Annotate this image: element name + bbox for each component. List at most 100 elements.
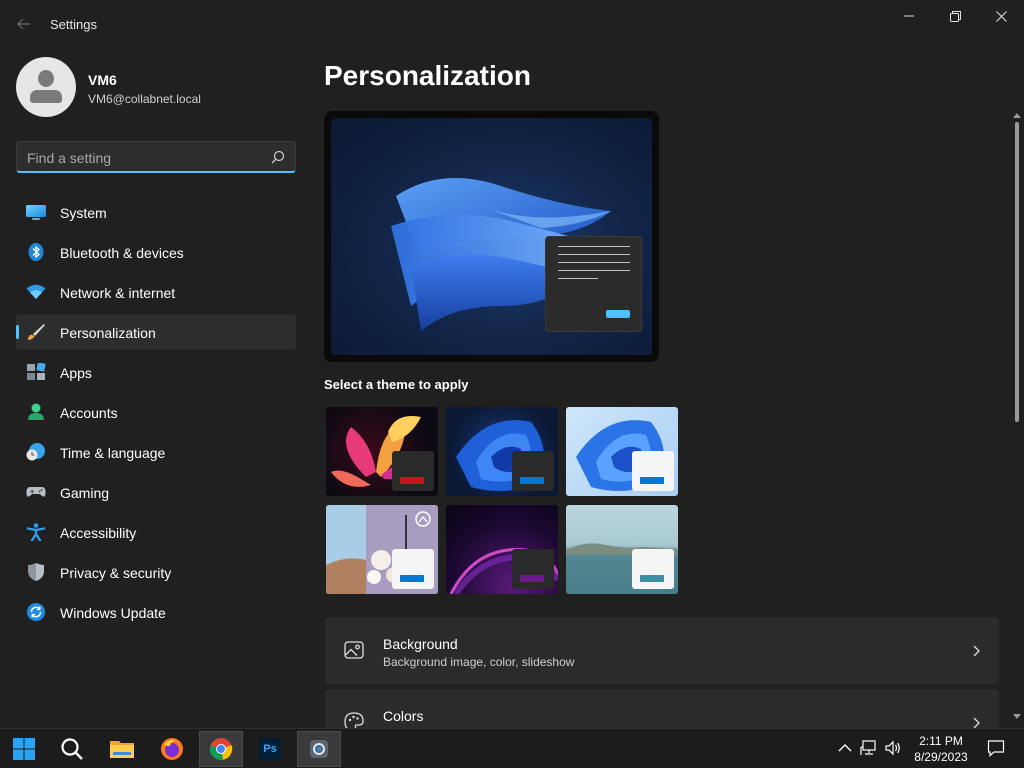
clock-date: 8/29/2023 (914, 750, 968, 764)
theme-mini-window (392, 549, 434, 589)
bluetooth-icon (28, 243, 44, 261)
page-title: Personalization (324, 60, 531, 91)
chrome-icon (209, 738, 233, 760)
avatar[interactable] (16, 57, 76, 117)
restore-button[interactable] (932, 0, 978, 32)
preview-text-line (558, 254, 630, 255)
sidebar-item-label: Gaming (60, 485, 110, 501)
sidebar-item-apps[interactable]: Apps (16, 354, 296, 390)
user-name: VM6 (88, 72, 117, 88)
close-button[interactable] (978, 0, 1024, 32)
network-icon[interactable] (860, 739, 878, 757)
back-button[interactable] (10, 12, 38, 36)
windows-start-icon (13, 738, 35, 760)
search-icon[interactable] (271, 150, 285, 164)
person-icon (28, 403, 44, 420)
taskbar-chrome[interactable] (199, 731, 243, 767)
theme-captured-motion[interactable] (326, 505, 438, 594)
taskbar-clock[interactable]: 2:11 PM 8/29/2023 (906, 733, 976, 765)
preview-desktop (331, 118, 652, 355)
taskbar-file-explorer[interactable] (100, 731, 144, 767)
theme-accent-swatch (640, 477, 664, 484)
taskbar-settings[interactable] (297, 731, 341, 767)
sidebar-item-personalization[interactable]: Personalization (16, 314, 296, 350)
sidebar-item-label: Accessibility (60, 525, 137, 541)
sidebar-item-label: Apps (60, 365, 92, 381)
background-setting-card[interactable]: Background Background image, color, slid… (325, 617, 999, 684)
sidebar-item-windows-update[interactable]: Windows Update (16, 594, 296, 630)
background-card-subtitle: Background image, color, slideshow (383, 655, 575, 669)
volume-icon[interactable] (884, 739, 902, 757)
gamepad-icon (26, 487, 46, 497)
sidebar-item-network[interactable]: Network & internet (16, 274, 296, 310)
firefox-icon (161, 738, 183, 760)
search-box[interactable] (16, 141, 296, 173)
themes-heading: Select a theme to apply (324, 377, 469, 392)
photoshop-icon: Ps (259, 738, 281, 760)
theme-accent-swatch (520, 477, 544, 484)
theme-light-bloom[interactable] (566, 407, 678, 496)
sidebar-item-label: System (60, 205, 107, 221)
minimize-icon (904, 15, 914, 17)
clock-time: 2:11 PM (919, 734, 963, 748)
sidebar-item-system[interactable]: System (16, 194, 296, 230)
theme-mini-window (632, 451, 674, 491)
back-arrow-icon (17, 18, 30, 30)
taskbar-photoshop[interactable]: Ps (248, 731, 292, 767)
preview-text-line (558, 246, 630, 247)
sidebar-item-time-language[interactable]: Time & language (16, 434, 296, 470)
sidebar-item-gaming[interactable]: Gaming (16, 474, 296, 510)
theme-mini-window (392, 451, 434, 491)
avatar-head (38, 70, 54, 87)
sidebar-item-label: Personalization (60, 325, 156, 341)
chevron-up-icon[interactable] (836, 739, 854, 757)
sidebar-item-accounts[interactable]: Accounts (16, 394, 296, 430)
theme-mini-window (512, 549, 554, 589)
taskbar: Ps 2:11 PM 8/29/2023 (0, 728, 1024, 768)
sidebar-item-label: Accounts (60, 405, 118, 421)
notification-icon[interactable] (987, 739, 1005, 757)
sidebar-item-privacy-security[interactable]: Privacy & security (16, 554, 296, 590)
preview-text-line (558, 262, 630, 263)
image-icon (344, 641, 364, 659)
theme-accent-swatch (520, 575, 544, 582)
shield-icon (28, 563, 44, 581)
sidebar-item-bluetooth[interactable]: Bluetooth & devices (16, 234, 296, 270)
start-button[interactable] (2, 731, 46, 767)
close-icon (995, 10, 1007, 22)
theme-dark-bloom[interactable] (446, 407, 558, 496)
theme-mini-window (512, 451, 554, 491)
scrollbar-thumb[interactable] (1015, 122, 1019, 422)
minimize-button[interactable] (886, 0, 932, 32)
user-email: VM6@collabnet.local (88, 92, 201, 106)
update-icon (27, 603, 45, 621)
chevron-right-icon (973, 645, 980, 657)
sidebar-item-label: Windows Update (60, 605, 166, 621)
theme-grid (326, 407, 682, 597)
theme-flow[interactable] (566, 505, 678, 594)
file-explorer-icon (110, 741, 134, 758)
taskbar-firefox[interactable] (150, 731, 194, 767)
search-icon (61, 738, 83, 760)
theme-preview (324, 111, 659, 362)
apps-icon (27, 363, 46, 380)
settings-icon (310, 740, 328, 758)
scroll-down-arrow-icon[interactable] (1011, 712, 1023, 722)
sidebar-item-label: Bluetooth & devices (60, 245, 184, 261)
background-card-title: Background (383, 636, 458, 652)
preview-text-line (558, 270, 630, 271)
sidebar-item-label: Time & language (60, 445, 166, 461)
scroll-up-arrow-icon[interactable] (1011, 110, 1023, 120)
preview-text-line (558, 278, 598, 279)
search-input[interactable] (27, 148, 257, 168)
avatar-body (30, 90, 62, 103)
paintbrush-icon (28, 324, 45, 340)
sidebar-item-accessibility[interactable]: Accessibility (16, 514, 296, 550)
theme-glow[interactable] (326, 407, 438, 496)
photoshop-label: Ps (263, 743, 277, 755)
theme-sunrise[interactable] (446, 505, 558, 594)
restore-icon (949, 10, 961, 22)
taskbar-search-button[interactable] (50, 731, 94, 767)
title-bar: Settings (0, 0, 1024, 48)
colors-card-title: Colors (383, 708, 424, 724)
